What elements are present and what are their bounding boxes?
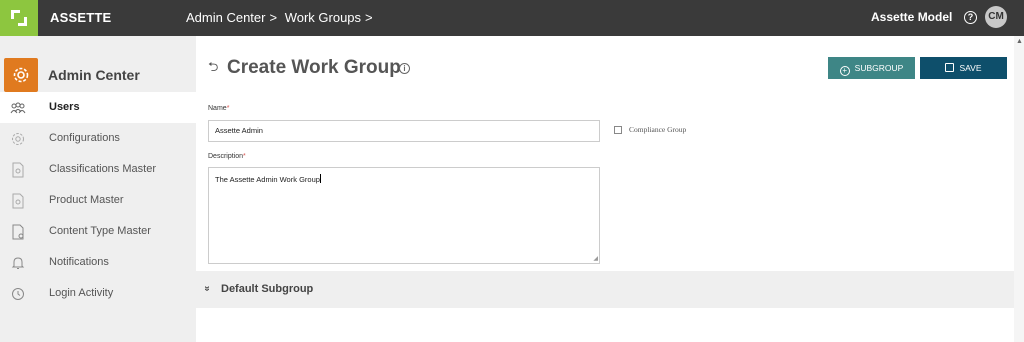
breadcrumb: Admin Center > Work Groups > (186, 10, 377, 25)
clock-icon (12, 288, 24, 300)
gear-icon (12, 133, 24, 145)
help-icon[interactable]: ? (964, 11, 977, 24)
sidebar-item-notifications[interactable]: Notifications (0, 247, 196, 278)
vertical-scrollbar[interactable]: ▲ (1014, 36, 1024, 342)
sidebar-item-label: Configurations (49, 132, 120, 144)
document-icon (12, 162, 24, 178)
gear-icon (4, 58, 38, 92)
breadcrumb-work-groups[interactable]: Work Groups (285, 10, 361, 25)
document-icon (12, 193, 24, 209)
chevron-double-down-icon[interactable]: » (201, 286, 212, 292)
breadcrumb-separator: > (365, 10, 373, 25)
save-button[interactable]: SAVE (920, 57, 1007, 79)
description-label-text: Description (208, 153, 244, 160)
sidebar-item-label: Classifications Master (49, 163, 156, 175)
description-field[interactable]: The Assette Admin Work Group ◢ (208, 167, 600, 264)
page-title: Create Work Group (227, 57, 401, 78)
section-title: Default Subgroup (221, 283, 314, 295)
breadcrumb-separator: > (269, 10, 278, 25)
users-icon (10, 102, 26, 114)
sidebar-title: Admin Center (48, 67, 140, 83)
sidebar-item-product-master[interactable]: Product Master (0, 185, 196, 216)
compliance-group-label[interactable]: Compliance Group (629, 125, 686, 134)
app-logo[interactable] (0, 0, 38, 36)
sidebar-item-login-activity[interactable]: Login Activity (0, 278, 196, 309)
sidebar-item-label: Product Master (49, 194, 124, 206)
avatar[interactable]: CM (985, 6, 1007, 28)
top-bar: ASSETTE Admin Center > Work Groups > Asset… (0, 0, 1024, 36)
sidebar-header: Admin Center (0, 58, 196, 92)
sidebar-item-classifications-master[interactable]: Classifications Master (0, 154, 196, 185)
brand-name: ASSETTE (50, 10, 112, 25)
sidebar-item-label: Notifications (49, 256, 109, 268)
subgroup-button-label: SUBGROUP (854, 63, 904, 73)
required-mark: * (243, 153, 246, 160)
text-cursor (319, 174, 321, 183)
add-subgroup-button[interactable]: + SUBGROUP (828, 57, 915, 79)
default-subgroup-section[interactable]: » Default Subgroup (196, 271, 1014, 308)
name-label-text: Name (208, 105, 227, 112)
sidebar-item-label: Users (49, 101, 80, 113)
save-button-label: SAVE (959, 63, 982, 73)
sidebar: Admin Center Users Configurations Classi… (0, 36, 196, 342)
file-settings-icon (12, 224, 24, 240)
name-field[interactable]: Assette Admin (208, 120, 600, 142)
sidebar-item-label: Login Activity (49, 287, 114, 299)
breadcrumb-admin-center[interactable]: Admin Center (186, 10, 265, 25)
model-selector[interactable]: Assette Model (871, 10, 952, 24)
name-label: Name* (208, 105, 229, 112)
sidebar-item-users[interactable]: Users (0, 92, 196, 123)
sidebar-item-label: Content Type Master (49, 225, 151, 237)
save-icon (945, 63, 955, 72)
description-text: The Assette Admin Work Group (215, 175, 320, 184)
back-icon[interactable]: ⮌ (208, 58, 218, 80)
description-label: Description* (208, 153, 246, 160)
scroll-up-icon[interactable]: ▲ (1016, 38, 1023, 45)
plus-circle-icon: + (839, 66, 850, 76)
bell-icon (11, 257, 25, 269)
sidebar-item-content-type-master[interactable]: Content Type Master (0, 216, 196, 247)
required-mark: * (226, 105, 230, 112)
compliance-group-checkbox[interactable] (614, 126, 622, 134)
info-icon[interactable]: i (399, 63, 410, 74)
logo-icon (11, 10, 27, 26)
resize-handle-icon[interactable]: ◢ (593, 255, 598, 262)
main-content: ⮌ Create Work Group i + SUBGROUP SAVE Nam… (196, 36, 1014, 342)
sidebar-item-configurations[interactable]: Configurations (0, 123, 196, 154)
